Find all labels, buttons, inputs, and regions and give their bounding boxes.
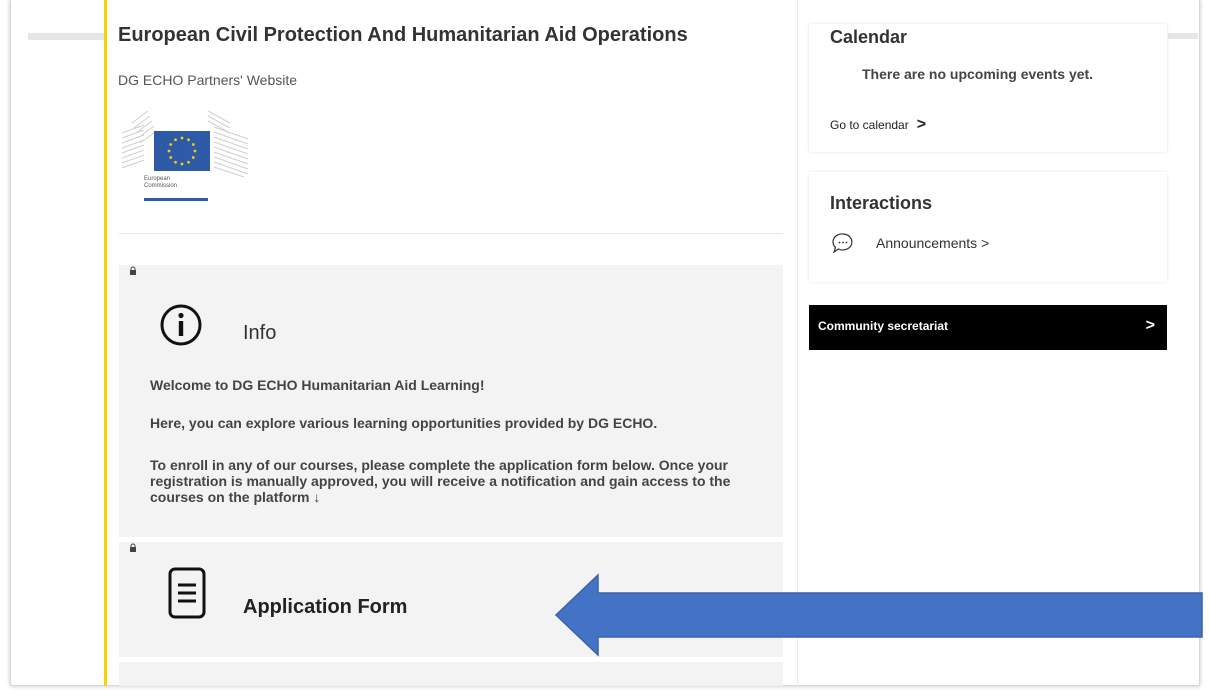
info-icon: [159, 303, 203, 347]
eu-star: [180, 136, 184, 140]
chat-icon: [832, 232, 854, 254]
logo-underline: [144, 198, 208, 201]
chevron-right-icon: >: [1145, 317, 1155, 334]
enroll-text: To enroll in any of our courses, please …: [150, 457, 731, 505]
eu-flag-icon: [121, 110, 249, 178]
explore-text: Here, you can explore various learning o…: [150, 415, 658, 431]
next-block: [119, 662, 783, 686]
eu-star: [169, 143, 173, 146]
eu-star: [174, 138, 177, 142]
welcome-text: Welcome to DG ECHO Humanitarian Aid Lear…: [150, 377, 485, 393]
info-block: Info Welcome to DG ECHO Humanitarian Aid…: [119, 265, 783, 537]
eu-star: [191, 143, 195, 146]
annotation-arrow-icon: [554, 573, 1203, 657]
eu-star: [193, 149, 197, 153]
interactions-card: Interactions Announcements >: [809, 172, 1167, 282]
eu-star: [180, 162, 184, 166]
eu-star: [187, 160, 190, 164]
lock-icon: [129, 543, 137, 556]
site-subtitle[interactable]: DG ECHO Partners' Website: [118, 72, 297, 88]
eu-star: [191, 156, 195, 159]
info-title: Info: [243, 322, 277, 344]
calendar-card: Calendar There are no upcoming events ye…: [809, 24, 1167, 152]
logo-caption-line2: Commission: [144, 183, 178, 189]
eu-star: [187, 138, 190, 142]
calendar-empty-text: There are no upcoming events yet.: [862, 66, 1094, 82]
site-title: European Civil Protection And Humanitari…: [118, 24, 688, 46]
eu-star: [169, 156, 173, 159]
interactions-title: Interactions: [830, 193, 933, 213]
document-icon: [167, 566, 207, 620]
lock-icon: [129, 266, 137, 279]
logo-caption-line1: European: [144, 176, 171, 182]
chevron-right-icon: >: [916, 116, 927, 133]
calendar-title: Calendar: [830, 27, 908, 47]
community-secretariat-button[interactable]: Community secretariat >: [809, 305, 1167, 350]
application-form-link[interactable]: Application Form: [243, 596, 407, 619]
eu-star: [167, 149, 171, 153]
section-divider: [119, 233, 783, 234]
community-secretariat-label: Community secretariat: [818, 319, 949, 333]
announcements-link[interactable]: Announcements >: [876, 235, 989, 251]
european-commission-logo[interactable]: European Commission: [118, 103, 258, 203]
top-bar-decoration-left: [28, 33, 104, 40]
go-to-calendar-label: Go to calendar: [830, 118, 909, 132]
logo-caption: European Commission: [144, 176, 177, 190]
eu-star: [174, 160, 177, 164]
go-to-calendar-link[interactable]: Go to calendar >: [830, 116, 926, 134]
